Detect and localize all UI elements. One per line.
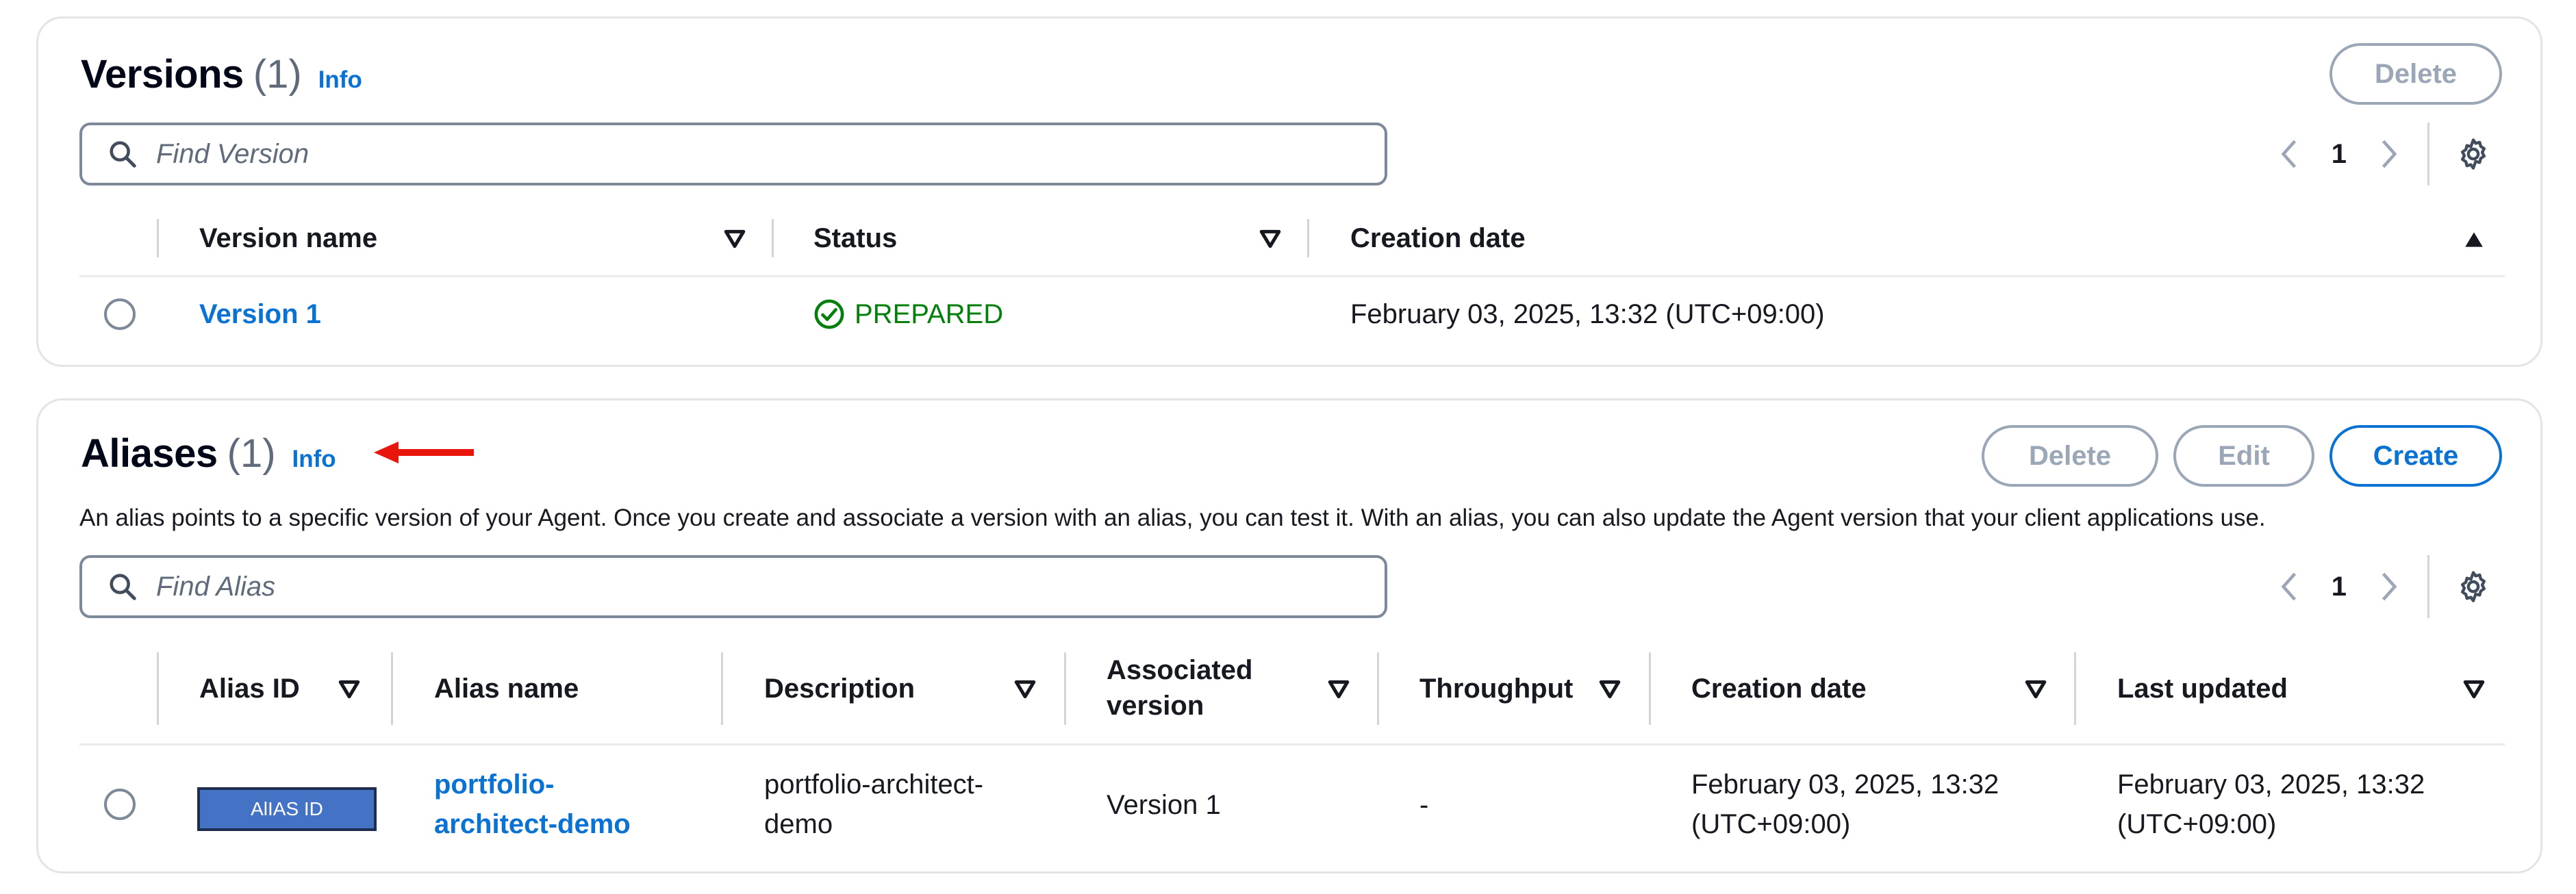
versions-panel: Versions (1) Info Delete 1 Version name …: [36, 16, 2542, 367]
column-header-throughput[interactable]: Throughput: [1419, 671, 1573, 706]
column-divider: [1307, 219, 1309, 257]
column-divider: [1064, 652, 1066, 725]
chevron-left-icon: [2281, 140, 2296, 168]
previous-page-button[interactable]: [2275, 133, 2303, 175]
pager-divider: [2427, 555, 2429, 618]
chevron-left-icon: [2281, 572, 2296, 601]
status-badge: PREPARED: [813, 294, 1003, 334]
red-arrow-annotation-icon: [374, 442, 474, 463]
current-page-number[interactable]: 1: [2332, 572, 2347, 602]
column-divider: [1377, 652, 1379, 725]
version-creation-date: February 03, 2025, 13:32 (UTC+09:00): [1350, 299, 1825, 329]
versions-header: Versions (1) Info: [81, 51, 362, 97]
column-header-associated-line1: Associated: [1107, 655, 1253, 685]
sort-down-icon[interactable]: [1259, 229, 1282, 249]
column-divider: [772, 219, 774, 257]
column-header-associated-line2: version: [1107, 691, 1204, 721]
column-header-status[interactable]: Status: [813, 220, 897, 256]
header-row-separator: [79, 743, 2505, 745]
aliases-edit-button[interactable]: Edit: [2173, 425, 2314, 487]
sort-down-icon[interactable]: [1327, 679, 1350, 700]
alias-last-updated-line2: (UTC+09:00): [2117, 809, 2277, 839]
sort-down-icon[interactable]: [723, 229, 746, 249]
sort-ascending-icon[interactable]: [2462, 229, 2486, 250]
column-divider: [157, 219, 159, 257]
column-divider: [1649, 652, 1651, 725]
aliases-info-link[interactable]: Info: [292, 446, 336, 473]
sort-down-icon[interactable]: [1013, 679, 1037, 700]
pager-divider: [2427, 123, 2429, 186]
sort-down-icon[interactable]: [338, 679, 361, 700]
chevron-right-icon: [2382, 140, 2397, 168]
column-divider: [721, 652, 723, 725]
column-divider: [391, 652, 393, 725]
alias-description-cell: portfolio-architect- demo: [764, 765, 983, 844]
column-divider: [157, 652, 159, 725]
alias-search-input[interactable]: [156, 571, 1320, 602]
settings-gear-icon[interactable]: [2455, 136, 2491, 172]
alias-name-link[interactable]: portfolio- architect-demo: [434, 765, 631, 844]
column-header-creation-date[interactable]: Creation date: [1350, 220, 1526, 256]
alias-creation-date-line1: February 03, 2025, 13:32: [1691, 769, 1999, 800]
previous-page-button[interactable]: [2275, 566, 2303, 607]
alias-associated-version: Version 1: [1107, 790, 1221, 820]
column-header-description[interactable]: Description: [764, 671, 915, 706]
next-page-button[interactable]: [2375, 133, 2403, 175]
alias-search-field[interactable]: [79, 555, 1387, 618]
sort-down-icon[interactable]: [2024, 679, 2047, 700]
alias-creation-date: February 03, 2025, 13:32 (UTC+09:00): [1691, 765, 1999, 844]
sort-down-icon[interactable]: [2462, 679, 2486, 700]
alias-last-updated-line1: February 03, 2025, 13:32: [2117, 769, 2425, 800]
versions-count: (1): [253, 52, 302, 97]
column-header-creation-date[interactable]: Creation date: [1691, 671, 1867, 706]
aliases-create-button[interactable]: Create: [2329, 425, 2502, 487]
search-icon: [110, 141, 136, 168]
settings-gear-icon[interactable]: [2455, 569, 2491, 604]
version-row-radio[interactable]: [104, 298, 136, 330]
alias-throughput: -: [1419, 790, 1429, 820]
chevron-right-icon: [2382, 572, 2397, 601]
version-name-link[interactable]: Version 1: [199, 294, 321, 334]
aliases-delete-button[interactable]: Delete: [1982, 425, 2158, 487]
column-header-associated-version[interactable]: Associated version: [1107, 652, 1252, 724]
alias-description-line1: portfolio-architect-: [764, 769, 984, 800]
versions-delete-button[interactable]: Delete: [2329, 43, 2502, 105]
check-circle-icon: [814, 299, 844, 329]
column-header-alias-id[interactable]: Alias ID: [199, 671, 300, 706]
sort-down-icon[interactable]: [1598, 679, 1621, 700]
search-icon: [110, 574, 136, 600]
column-divider: [2074, 652, 2076, 725]
aliases-description: An alias points to a specific version of…: [79, 505, 2266, 531]
alias-name-line1: portfolio-: [434, 769, 555, 800]
current-page-number[interactable]: 1: [2332, 139, 2347, 170]
aliases-title: Aliases: [81, 431, 218, 476]
aliases-count: (1): [227, 431, 276, 476]
alias-name-line2: architect-demo: [434, 809, 631, 839]
versions-pagination: 1: [2275, 123, 2491, 186]
header-row-separator: [79, 275, 2505, 277]
alias-last-updated: February 03, 2025, 13:32 (UTC+09:00): [2117, 765, 2425, 844]
column-header-version-name[interactable]: Version name: [199, 220, 377, 256]
next-page-button[interactable]: [2375, 566, 2403, 607]
aliases-panel: Aliases (1) Info Delete Edit Create An a…: [36, 398, 2542, 873]
aliases-pagination: 1: [2275, 555, 2491, 618]
version-search-input[interactable]: [156, 138, 1320, 170]
alias-id-redacted-badge: AlIAS ID: [197, 787, 377, 831]
versions-title: Versions: [81, 52, 244, 97]
versions-info-link[interactable]: Info: [318, 66, 362, 94]
version-search-field[interactable]: [79, 123, 1387, 186]
status-text: PREPARED: [855, 298, 1004, 329]
aliases-header: Aliases (1) Info: [81, 431, 336, 476]
alias-description-line2: demo: [764, 809, 833, 839]
alias-row-radio[interactable]: [104, 789, 136, 820]
column-header-last-updated[interactable]: Last updated: [2117, 671, 2288, 706]
column-header-alias-name[interactable]: Alias name: [434, 671, 579, 706]
alias-creation-date-line2: (UTC+09:00): [1691, 809, 1851, 839]
